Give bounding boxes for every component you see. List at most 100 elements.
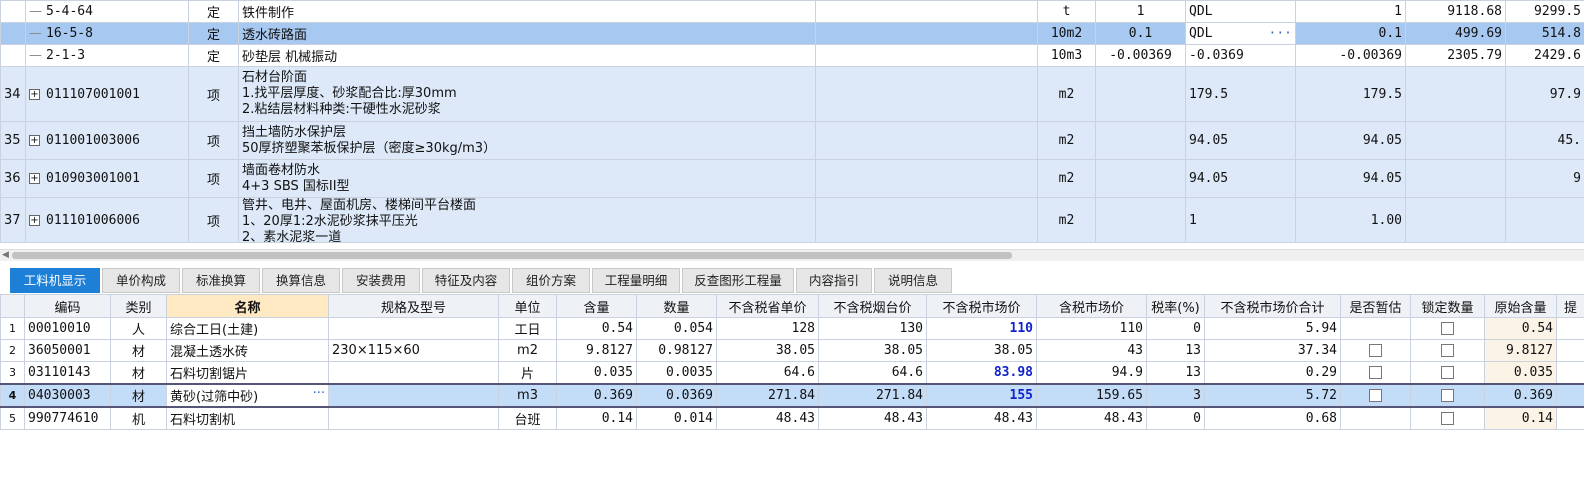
- col-market-total[interactable]: 不含税市场价合计: [1204, 294, 1341, 318]
- item-price: 499.69: [1405, 22, 1506, 45]
- resource-tax-rate: 0: [1146, 406, 1205, 430]
- item-price: 2305.79: [1405, 44, 1506, 67]
- table-row[interactable]: 5 990774610 机 石料切割机 台班 0.14 0.014 48.43 …: [0, 406, 1584, 430]
- col-market-price-tax[interactable]: 含税市场价: [1036, 294, 1147, 318]
- item-code: 2-1-3: [46, 48, 86, 63]
- row-index: 2: [0, 339, 25, 362]
- item-qty: 179.5: [1295, 66, 1406, 122]
- item-feature-line: 1.找平层厚度、砂浆配合比:厚30mm: [242, 86, 457, 101]
- col-prov-price[interactable]: 不含税省单价: [716, 294, 819, 318]
- scroll-left-icon[interactable]: ◀: [2, 250, 9, 260]
- table-row-selected[interactable]: 4 04030003 材 黄砂(过筛中砂) ··· m3 0.369 0.0369…: [0, 383, 1584, 408]
- expand-icon[interactable]: +: [29, 88, 40, 100]
- item-name: 透水砖路面: [238, 22, 816, 45]
- tab-labor-material-machine[interactable]: 工料机显示: [10, 268, 100, 293]
- item-code: 010903001001: [46, 171, 140, 186]
- item-type: 项: [188, 197, 239, 243]
- item-qty: 1.00: [1295, 197, 1406, 243]
- col-code[interactable]: 编码: [24, 294, 111, 318]
- table-row[interactable]: —5-4-64 定 铁件制作 t 1 QDL 1 9118.68 9299.5: [0, 0, 1584, 23]
- expand-icon[interactable]: +: [29, 214, 40, 226]
- resource-market-price[interactable]: 38.05: [926, 339, 1037, 362]
- resource-category: 人: [110, 317, 167, 340]
- tab-quantity-detail[interactable]: 工程量明细: [592, 268, 680, 293]
- provisional-checkbox[interactable]: [1369, 366, 1382, 379]
- table-row[interactable]: 2 36050001 材 混凝土透水砖 230×115×60 m2 9.8127…: [0, 339, 1584, 362]
- table-row[interactable]: 34 +011107001001 项 石材台阶面 1.找平层厚度、砂浆配合比:厚…: [0, 66, 1584, 122]
- tab-conversion-info[interactable]: 换算信息: [262, 268, 340, 293]
- resource-tax-rate: 13: [1146, 339, 1205, 362]
- col-lock-qty[interactable]: 锁定数量: [1410, 294, 1485, 318]
- col-content[interactable]: 含量: [556, 294, 637, 318]
- lock-qty-checkbox[interactable]: [1441, 322, 1454, 335]
- tab-install-fee[interactable]: 安装费用: [342, 268, 420, 293]
- row-number: 35: [0, 121, 26, 160]
- table-row[interactable]: 37 +011101006006 项 管井、电井、屋面机房、楼梯间平台楼面 1、…: [0, 197, 1584, 243]
- tab-content-guide[interactable]: 内容指引: [796, 268, 872, 293]
- item-total: [1505, 197, 1584, 243]
- col-partial[interactable]: 提: [1556, 294, 1584, 318]
- item-qty-code-editor[interactable]: QDL ···: [1185, 22, 1296, 45]
- lock-qty-checkbox[interactable]: [1441, 366, 1454, 379]
- resource-market-price[interactable]: 110: [926, 317, 1037, 340]
- item-qty: 94.05: [1295, 121, 1406, 160]
- tab-standard-conversion[interactable]: 标准换算: [182, 268, 260, 293]
- row-index: 1: [0, 317, 25, 340]
- tab-graphic-quantity[interactable]: 反查图形工程量: [682, 268, 794, 293]
- resource-spec: [328, 383, 499, 408]
- col-quantity[interactable]: 数量: [636, 294, 717, 318]
- lock-qty-checkbox[interactable]: [1441, 389, 1454, 402]
- tab-features[interactable]: 特征及内容: [422, 268, 510, 293]
- scrollbar-thumb[interactable]: [12, 252, 1012, 259]
- col-provisional[interactable]: 是否暂估: [1340, 294, 1411, 318]
- table-row[interactable]: 1 00010010 人 综合工日(土建) 工日 0.54 0.054 128 …: [0, 317, 1584, 340]
- col-market-price[interactable]: 不含税市场价: [926, 294, 1037, 318]
- item-name: 管井、电井、屋面机房、楼梯间平台楼面: [242, 198, 477, 214]
- horizontal-scrollbar[interactable]: ◀: [0, 249, 1584, 261]
- more-icon[interactable]: ···: [1269, 26, 1292, 41]
- row-number: [0, 44, 26, 67]
- col-unit[interactable]: 单位: [498, 294, 557, 318]
- resource-unit: m3: [498, 383, 557, 408]
- col-category[interactable]: 类别: [110, 294, 167, 318]
- col-original-content[interactable]: 原始含量: [1484, 294, 1557, 318]
- resource-name-editor[interactable]: 黄砂(过筛中砂) ···: [166, 383, 329, 408]
- resource-spec: 230×115×60: [328, 339, 499, 362]
- tab-unit-price[interactable]: 单价构成: [102, 268, 180, 293]
- table-row[interactable]: 36 +010903001001 项 墙面卷材防水 4+3 SBS 国标II型 …: [0, 159, 1584, 198]
- item-feature-line: 2.粘结层材料种类:干硬性水泥砂浆: [242, 102, 441, 117]
- expand-icon[interactable]: +: [29, 173, 40, 184]
- row-number: [0, 0, 26, 23]
- resource-market-price[interactable]: 83.98: [926, 361, 1037, 385]
- resource-market-total: 5.72: [1204, 383, 1341, 408]
- resource-market-total: 5.94: [1204, 317, 1341, 340]
- more-icon[interactable]: ···: [313, 386, 325, 401]
- resource-market-price[interactable]: 48.43: [926, 406, 1037, 430]
- resource-name: 石料切割锯片: [166, 361, 329, 385]
- item-total: 45.: [1505, 121, 1584, 160]
- tab-description[interactable]: 说明信息: [874, 268, 952, 293]
- table-row[interactable]: 35 +011001003006 项 挡土墙防水保护层 50厚挤塑聚苯板保护层（…: [0, 121, 1584, 160]
- item-feature-line: 4+3 SBS 国标II型: [242, 178, 350, 194]
- expand-icon[interactable]: +: [29, 135, 40, 146]
- resource-market-price-tax: 110: [1036, 317, 1147, 340]
- provisional-checkbox[interactable]: [1369, 389, 1382, 402]
- resource-tax-rate: 3: [1146, 383, 1205, 408]
- provisional-checkbox[interactable]: [1369, 344, 1382, 357]
- lock-qty-checkbox[interactable]: [1441, 344, 1454, 357]
- resource-market-price[interactable]: 155: [926, 383, 1037, 408]
- col-name[interactable]: 名称: [166, 294, 329, 318]
- resource-yantai-price: 271.84: [818, 383, 927, 408]
- table-row[interactable]: —2-1-3 定 砂垫层 机械振动 10m3 -0.00369 -0.0369 …: [0, 44, 1584, 67]
- resource-name: 混凝土透水砖: [166, 339, 329, 362]
- col-spec[interactable]: 规格及型号: [328, 294, 499, 318]
- header-row: 编码 类别 名称 规格及型号 单位 含量 数量 不含税省单价 不含税烟台价 不含…: [0, 294, 1584, 318]
- lock-qty-checkbox[interactable]: [1441, 412, 1454, 425]
- item-qty-code: -0.0369: [1185, 44, 1296, 67]
- col-tax-rate[interactable]: 税率(%): [1146, 294, 1205, 318]
- table-row-selected[interactable]: —16-5-8 定 透水砖路面 10m2 0.1 QDL ··· 0.1 499.…: [0, 22, 1584, 45]
- tab-pricing-plan[interactable]: 组价方案: [512, 268, 590, 293]
- resource-grid: 编码 类别 名称 规格及型号 单位 含量 数量 不含税省单价 不含税烟台价 不含…: [0, 294, 1584, 430]
- table-row[interactable]: 3 03110143 材 石料切割锯片 片 0.035 0.0035 64.6 …: [0, 361, 1584, 385]
- col-yantai-price[interactable]: 不含税烟台价: [818, 294, 927, 318]
